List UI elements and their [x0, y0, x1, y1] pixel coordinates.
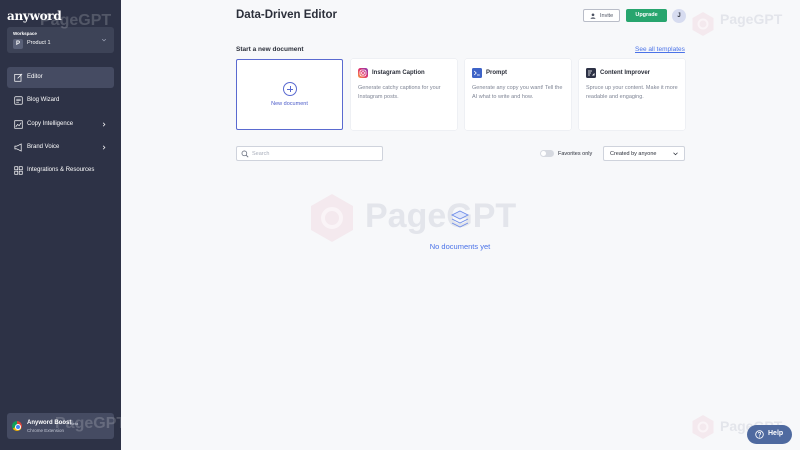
search-icon [241, 150, 249, 158]
improve-icon [586, 68, 596, 78]
template-card-content-improver[interactable]: Content Improver Spruce up your content.… [579, 59, 685, 130]
watermark-logo-icon [692, 415, 714, 439]
watermark: PageGPT [40, 12, 112, 29]
sidebar-item-label: Copy Intelligence [27, 121, 74, 127]
help-button[interactable]: Help [747, 425, 792, 444]
sidebar-item-integrations[interactable]: Integrations & Resources [7, 160, 114, 181]
sidebar-item-copy-intelligence[interactable]: Copy Intelligence [7, 114, 114, 135]
layers-icon [450, 210, 470, 228]
page-title: Data-Driven Editor [236, 9, 337, 21]
sidebar-item-editor[interactable]: Editor [7, 67, 114, 88]
workspace-selector[interactable]: Workspace P Product 1 [7, 27, 114, 53]
template-card-instagram-caption[interactable]: Instagram Caption Generate catchy captio… [351, 59, 457, 130]
watermark-logo-icon [311, 194, 353, 242]
workspace-name: Product 1 [27, 40, 51, 46]
created-by-value: Created by anyone [610, 151, 657, 157]
template-title: Prompt [486, 70, 507, 76]
created-by-select[interactable]: Created by anyone [603, 146, 685, 161]
template-title: Instagram Caption [372, 70, 425, 76]
template-card-prompt[interactable]: Prompt Generate any copy you want! Tell … [465, 59, 571, 130]
watermark: PageGPT [55, 415, 127, 432]
user-avatar[interactable]: J [672, 9, 686, 23]
sidebar: anyword Workspace P Product 1 Editor Blo… [0, 0, 121, 450]
help-label: Help [768, 430, 784, 437]
chrome-icon [12, 421, 22, 431]
upgrade-button[interactable]: Upgrade [626, 9, 667, 22]
help-icon [755, 430, 764, 439]
chevron-down-icon [101, 38, 107, 42]
chart-icon [14, 120, 23, 129]
sidebar-item-label: Integrations & Resources [27, 167, 95, 173]
template-description: Generate any copy you want! Tell the AI … [472, 85, 563, 100]
favorites-toggle[interactable] [540, 150, 554, 157]
watermark-logo-icon [692, 12, 714, 36]
terminal-icon [472, 68, 482, 78]
see-all-templates-link[interactable]: See all templates [635, 46, 685, 53]
invite-label: Invite [600, 13, 614, 19]
chevron-right-icon [102, 145, 106, 150]
template-description: Generate catchy captions for your Instag… [358, 85, 441, 100]
user-icon [590, 13, 596, 19]
template-description: Spruce up your content. Make it more rea… [586, 85, 678, 100]
blog-icon [14, 96, 23, 105]
watermark: PageGPT [720, 11, 783, 27]
instagram-icon [358, 68, 368, 78]
chevron-right-icon [102, 122, 106, 127]
new-document-card[interactable]: New document [236, 59, 343, 130]
search-box[interactable] [236, 146, 383, 161]
sidebar-item-brand-voice[interactable]: Brand Voice [7, 137, 114, 158]
section-title: Start a new document [236, 46, 304, 53]
megaphone-icon [14, 143, 22, 152]
empty-state-text: No documents yet [429, 242, 491, 251]
watermark: PageGPT [365, 197, 517, 235]
invite-button[interactable]: Invite [583, 9, 620, 22]
workspace-avatar: P [13, 39, 23, 49]
grid-icon [14, 166, 23, 175]
search-input[interactable] [252, 149, 372, 159]
sidebar-item-label: Editor [27, 74, 43, 80]
edit-icon [14, 73, 23, 82]
sidebar-item-label: Brand Voice [27, 144, 60, 150]
chevron-down-icon [673, 152, 678, 156]
favorites-label: Favorites only [558, 151, 593, 157]
plus-icon [283, 82, 297, 96]
new-document-label: New document [271, 101, 308, 107]
workspace-caption: Workspace [13, 31, 37, 36]
template-title: Content Improver [600, 70, 651, 76]
sidebar-item-label: Blog Wizard [27, 97, 60, 103]
sidebar-item-blog-wizard[interactable]: Blog Wizard [7, 90, 114, 111]
